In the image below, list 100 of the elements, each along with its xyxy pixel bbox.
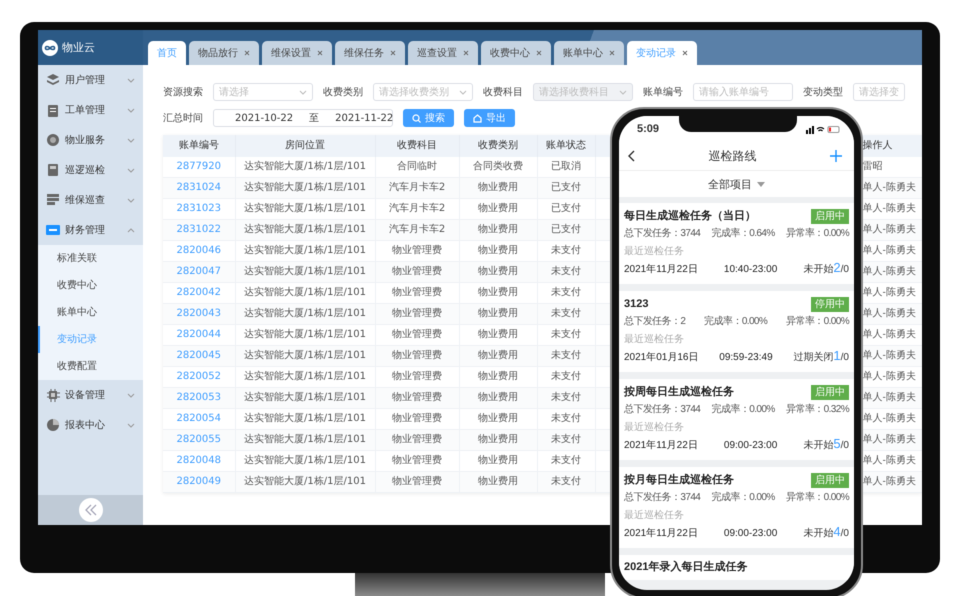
close-icon[interactable] — [244, 50, 250, 56]
table-cell: 合同类收费 — [473, 161, 523, 172]
task-card[interactable]: 按周每日生成巡检任务 启用中 总下发任务：3744 完成率：0.00% 异常率：0.32% 最近巡检任务 2021年11月22日 09:00-23:00 未开始5/0 — [619, 379, 854, 460]
table-cell: 达实智能大厦/1栋/1层/101 — [244, 245, 366, 256]
tab[interactable]: 收费中心 — [481, 41, 551, 65]
submenu-item[interactable]: 收费配置 — [38, 353, 143, 380]
date-range-field[interactable]: 2021-10-22 至 2021-11-22 — [213, 109, 393, 127]
bill-number-link[interactable]: 2831023 — [176, 203, 222, 214]
task-card[interactable]: 按月每日生成巡检任务 启用中 总下发任务：3744 完成率：0.00% 异常率：0.00% 最近巡检任务 2021年11月22日 09:00-23:00 未开始4/0 — [619, 467, 854, 548]
task-stat: 异常率：0.32% — [786, 403, 849, 416]
task-stat: 完成率：0.64% — [712, 227, 775, 240]
table-cell: 未支付 — [551, 476, 581, 487]
table-cell: 单人-陈勇夫 — [862, 476, 916, 487]
task-total: /0 — [840, 440, 849, 451]
table-cell: 达实智能大厦/1栋/1层/101 — [244, 287, 366, 298]
task-stat: 总下发任务：2 — [624, 315, 686, 328]
select-field[interactable]: 请选择变 — [853, 83, 905, 101]
server-icon — [46, 193, 60, 207]
column-header: 账单编号 — [178, 140, 219, 151]
table-cell: 达实智能大厦/1栋/1层/101 — [244, 371, 366, 382]
table-cell: 物业费用 — [478, 434, 518, 445]
status-tag: 停用中 — [811, 297, 849, 312]
close-icon[interactable] — [463, 50, 469, 56]
task-stat: 总下发任务：3744 — [624, 403, 700, 416]
bill-number-link[interactable]: 2820052 — [176, 371, 222, 382]
table-cell: 达实智能大厦/1栋/1层/101 — [244, 350, 366, 361]
table-cell: 物业费用 — [478, 476, 518, 487]
table-cell: 未支付 — [551, 413, 581, 424]
chevron-icon — [127, 392, 135, 398]
table-cell: 已支付 — [551, 224, 581, 235]
tab[interactable]: 物品放行 — [189, 41, 259, 65]
menu-item[interactable]: 设备管理 — [38, 380, 143, 410]
bill-number-link[interactable]: 2820054 — [176, 413, 222, 424]
submenu-item[interactable]: 标准关联 — [38, 245, 143, 272]
table-cell: 物业费用 — [478, 413, 518, 424]
menu-item[interactable]: 报表中心 — [38, 410, 143, 440]
column-header: 收费类别 — [478, 140, 518, 151]
collapse-icon[interactable] — [78, 498, 102, 522]
recent-task-label: 最近巡检任务 — [624, 509, 685, 522]
close-icon[interactable] — [390, 50, 396, 56]
menu-item[interactable]: 工单管理 — [38, 95, 143, 125]
table-cell: 已取消 — [551, 161, 581, 172]
table-cell: 达实智能大厦/1栋/1层/101 — [244, 455, 366, 466]
menu-item[interactable]: 财务管理 — [38, 215, 143, 245]
select-field[interactable]: 请选择收费类别 — [373, 83, 473, 101]
add-icon[interactable] — [830, 150, 842, 162]
tab[interactable]: 维保任务 — [335, 41, 405, 65]
submenu-item[interactable]: 变动记录 — [38, 326, 143, 353]
menu-item[interactable]: 巡逻巡检 — [38, 155, 143, 185]
card-icon — [46, 223, 60, 237]
table-cell: 物业管理费 — [392, 371, 442, 382]
table-cell: 物业费用 — [478, 182, 518, 193]
project-dropdown[interactable]: 全部项目 — [619, 171, 854, 197]
close-icon[interactable] — [609, 50, 615, 56]
task-stat: 总下发任务：3744 — [624, 491, 700, 504]
table-cell: 物业费用 — [478, 329, 518, 340]
task-date: 2021年11月22日 — [624, 527, 698, 541]
table-cell: 物业费用 — [478, 371, 518, 382]
bill-number-link[interactable]: 2877920 — [176, 161, 222, 172]
task-card[interactable]: 每日生成巡检任务（当日） 启用中 总下发任务：3744 完成率：0.64% 异常率：0.00% 最近巡检任务 2021年11月22日 10:40-23:00 未开始2/0 — [619, 203, 854, 284]
menu-item[interactable]: 用户管理 — [38, 65, 143, 95]
bill-number-link[interactable]: 2820044 — [176, 329, 222, 340]
tab[interactable]: 巡查设置 — [408, 41, 478, 65]
search-button[interactable]: 搜索 — [403, 109, 454, 127]
table-cell: 物业费用 — [478, 287, 518, 298]
submenu-item[interactable]: 收费中心 — [38, 272, 143, 299]
close-icon[interactable] — [317, 50, 323, 56]
table-cell: 物业费用 — [478, 203, 518, 214]
recent-task-label: 最近巡检任务 — [624, 245, 685, 258]
table-cell: 物业管理费 — [392, 392, 442, 403]
menu-item[interactable]: 维保巡查 — [38, 185, 143, 215]
app-name: 物业云 — [62, 40, 95, 55]
filter-label: 收费科目 — [483, 86, 524, 99]
tab[interactable]: 账单中心 — [554, 41, 624, 65]
task-card[interactable]: 3123 停用中 总下发任务：2 完成率：0.00% 异常率：0.00% 最近巡检任务 2021年01月16日 09:59-23:49 过期关闭1/0 — [619, 291, 854, 372]
column-header: 操作人 — [862, 140, 892, 151]
tab[interactable]: 维保设置 — [262, 41, 332, 65]
table-cell: 未支付 — [551, 287, 581, 298]
tab[interactable]: 变动记录 — [627, 41, 697, 65]
table-cell: 物业管理费 — [392, 245, 442, 256]
menu-item[interactable]: 物业服务 — [38, 125, 143, 155]
bill-number-link[interactable]: 2820048 — [176, 455, 222, 466]
table-cell: 物业管理费 — [392, 413, 442, 424]
table-cell: 物业管理费 — [392, 308, 442, 319]
export-button[interactable]: 导出 — [464, 109, 515, 127]
bill-number-link[interactable]: 2820042 — [176, 287, 222, 298]
input-field[interactable]: 请输入账单编号 — [693, 83, 793, 101]
filter-label: 资源搜索 — [163, 86, 204, 99]
select-field[interactable]: 请选择 — [213, 83, 313, 101]
back-icon[interactable] — [627, 150, 635, 162]
bill-number-link[interactable]: 2820046 — [176, 245, 222, 256]
close-icon[interactable] — [682, 50, 688, 56]
tab[interactable]: 首页 — [148, 41, 186, 65]
recent-task-label: 最近巡检任务 — [624, 421, 685, 434]
table-cell: 物业费用 — [478, 245, 518, 256]
task-date: 2021年11月22日 — [624, 263, 698, 277]
close-icon[interactable] — [536, 50, 542, 56]
submenu-item[interactable]: 账单中心 — [38, 299, 143, 326]
task-card[interactable]: 2021年录入每日生成任务 — [619, 555, 854, 580]
task-stat: 完成率：0.00% — [712, 403, 775, 416]
